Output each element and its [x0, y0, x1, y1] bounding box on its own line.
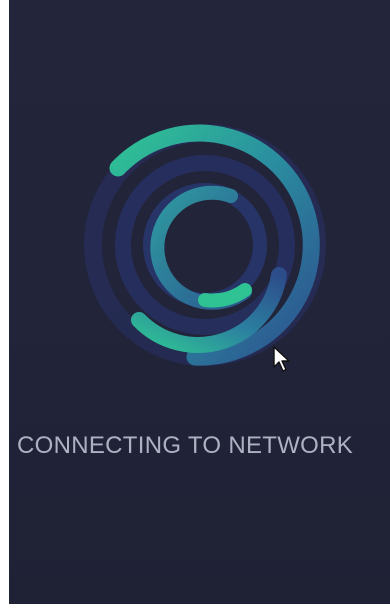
loading-rings-icon: [84, 124, 326, 366]
connecting-status-text: CONNECTING TO NETWORK: [17, 432, 354, 459]
loading-screen: CONNECTING TO NETWORK: [9, 0, 390, 604]
app-frame: CONNECTING TO NETWORK: [0, 0, 390, 608]
mouse-pointer-icon: [273, 346, 290, 372]
